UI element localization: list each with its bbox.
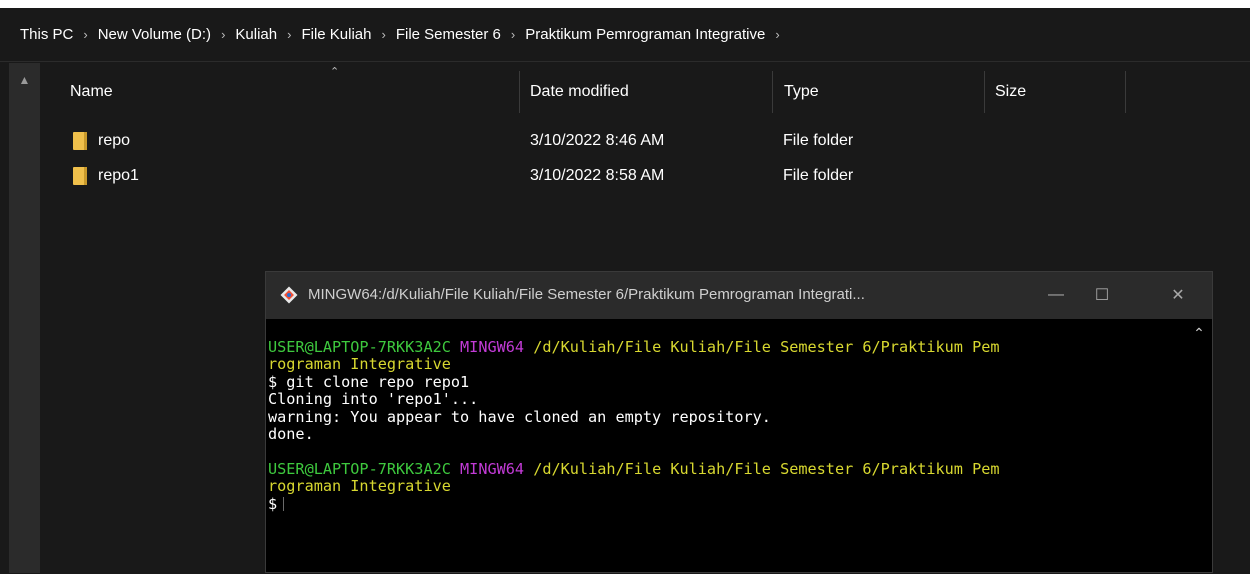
output-line: $ git clone repo repo1 <box>268 372 470 391</box>
terminal-output[interactable]: USER@LAPTOP-7RKK3A2C MINGW64 /d/Kuliah/F… <box>266 319 1186 574</box>
chevron-right-icon[interactable]: › <box>221 27 225 42</box>
file-name[interactable]: repo <box>98 132 130 150</box>
chevron-right-icon[interactable]: › <box>287 27 291 42</box>
minimize-icon[interactable]: — <box>1038 282 1074 308</box>
output-line: warning: You appear to have cloned an em… <box>268 407 771 426</box>
column-divider[interactable] <box>984 71 985 113</box>
chevron-right-icon[interactable]: › <box>83 27 87 42</box>
current-prompt: $ <box>268 494 278 513</box>
prompt-path-cont: rograman Integrative <box>268 477 451 496</box>
chevron-right-icon[interactable]: › <box>511 27 515 42</box>
breadcrumb-praktikum[interactable]: Praktikum Pemrograman Integrative <box>525 26 765 43</box>
column-name[interactable]: Name <box>70 83 113 101</box>
top-strip <box>0 0 1250 8</box>
file-type: File folder <box>783 132 854 149</box>
column-type[interactable]: Type <box>784 83 819 101</box>
chevron-right-icon[interactable]: › <box>775 27 779 42</box>
prompt-path: /d/Kuliah/File Kuliah/File Semester 6/Pr… <box>533 459 1000 478</box>
terminal-window[interactable]: MINGW64:/d/Kuliah/File Kuliah/File Semes… <box>265 271 1213 573</box>
breadcrumb-file-kuliah[interactable]: File Kuliah <box>301 26 371 43</box>
maximize-icon[interactable]: ☐ <box>1084 282 1120 308</box>
breadcrumb-file-semester-6[interactable]: File Semester 6 <box>396 26 501 43</box>
prompt-env: MINGW64 <box>460 459 525 478</box>
terminal-title: MINGW64:/d/Kuliah/File Kuliah/File Semes… <box>308 286 865 303</box>
output-line: done. <box>268 424 314 443</box>
file-date: 3/10/2022 8:46 AM <box>530 132 665 149</box>
file-type: File folder <box>783 167 854 184</box>
file-date: 3/10/2022 8:58 AM <box>530 167 665 184</box>
output-line: Cloning into 'repo1'... <box>268 390 479 409</box>
column-date-modified[interactable]: Date modified <box>530 83 629 101</box>
terminal-scrollbar[interactable]: ⌃ <box>1186 319 1212 572</box>
column-divider[interactable] <box>519 71 520 113</box>
scroll-up-icon[interactable]: ⌃ <box>1186 323 1212 343</box>
prompt-user: USER@LAPTOP-7RKK3A2C <box>268 338 451 356</box>
prompt-path: /d/Kuliah/File Kuliah/File Semester 6/Pr… <box>533 338 1000 356</box>
file-row-repo[interactable]: repo 3/10/2022 8:46 AM File folder <box>66 127 966 157</box>
prompt-path-cont: rograman Integrative <box>268 355 451 374</box>
breadcrumb: This PC › New Volume (D:) › Kuliah › Fil… <box>0 8 1250 62</box>
file-name[interactable]: repo1 <box>98 167 139 185</box>
breadcrumb-new-volume[interactable]: New Volume (D:) <box>98 26 211 43</box>
column-size[interactable]: Size <box>995 83 1026 101</box>
folder-icon <box>73 167 87 185</box>
sort-up-icon: ⌃ <box>330 66 340 78</box>
file-row-repo1[interactable]: repo1 3/10/2022 8:58 AM File folder <box>66 162 966 192</box>
chevron-right-icon[interactable]: › <box>382 27 386 42</box>
git-icon <box>280 286 298 304</box>
column-divider[interactable] <box>772 71 773 113</box>
folder-icon <box>73 132 87 150</box>
text-cursor <box>283 496 285 511</box>
column-header-row: ⌃ Name Date modified Type Size <box>50 63 1250 125</box>
prompt-env: MINGW64 <box>460 338 525 356</box>
breadcrumb-kuliah[interactable]: Kuliah <box>235 26 277 43</box>
scroll-up-icon[interactable]: ▲ <box>9 63 40 97</box>
navigation-scrollbar[interactable] <box>9 63 40 573</box>
prompt-user: USER@LAPTOP-7RKK3A2C <box>268 459 451 478</box>
terminal-titlebar[interactable]: MINGW64:/d/Kuliah/File Kuliah/File Semes… <box>266 272 1212 319</box>
close-icon[interactable]: ✕ <box>1160 282 1196 308</box>
breadcrumb-this-pc[interactable]: This PC <box>20 26 73 43</box>
column-divider[interactable] <box>1125 71 1126 113</box>
